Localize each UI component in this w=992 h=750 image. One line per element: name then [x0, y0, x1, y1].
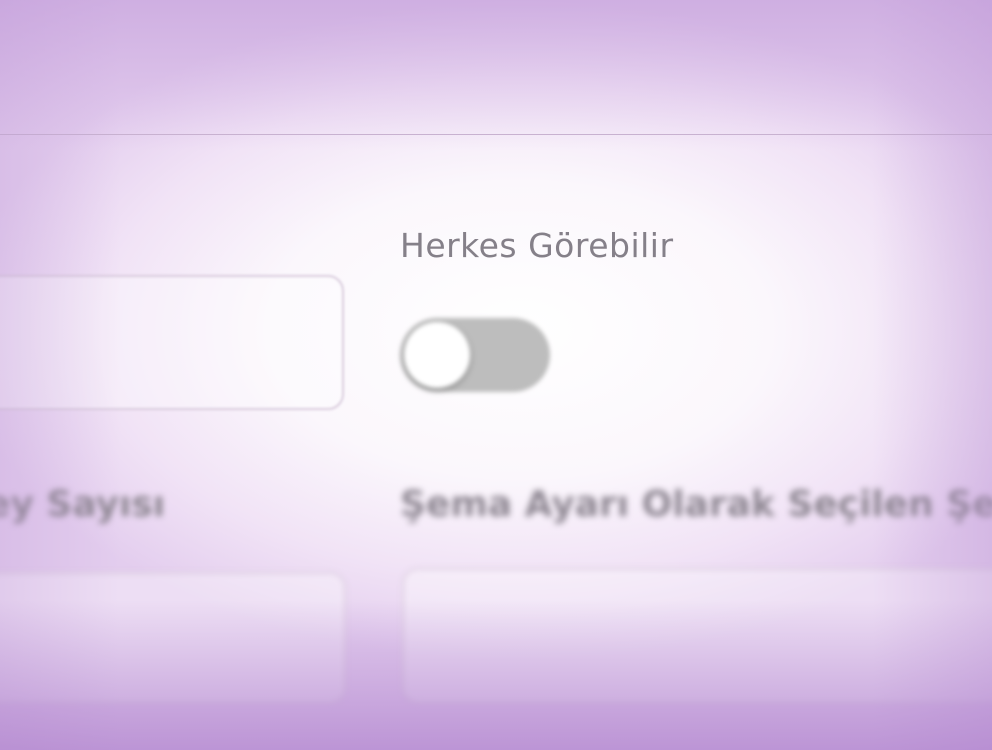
header-divider [0, 134, 992, 135]
field-label-left: ey Sayısı [0, 484, 166, 525]
toggle-knob [404, 322, 470, 388]
visibility-toggle[interactable] [400, 318, 550, 392]
text-input-bottom-right[interactable] [402, 568, 992, 704]
visibility-label: Herkes Görebilir [400, 226, 674, 265]
text-input-top-left[interactable] [0, 275, 344, 410]
field-label-right: Şema Ayarı Olarak Seçilen Şe [400, 484, 992, 525]
text-input-bottom-left[interactable] [0, 572, 346, 704]
form-panel: Herkes Görebilir ey Sayısı Şema Ayarı Ol… [0, 0, 992, 750]
